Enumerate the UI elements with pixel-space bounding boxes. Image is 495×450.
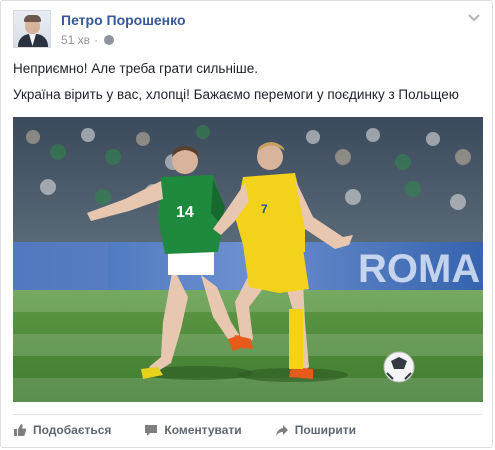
football [383,351,415,383]
share-label: Поширити [294,423,356,437]
speech-bubble-icon [144,423,158,437]
player-right-number: 7 [261,202,268,216]
globe-icon[interactable] [104,35,115,45]
avatar[interactable] [13,10,51,48]
board-text: ROMAN [358,247,483,291]
post-text-line-1: Неприємно! Але треба грати сильніше. [13,61,258,76]
feed-post: Петро Порошенко 51 хв · Неприємно! Але т… [0,0,493,448]
actions-divider [13,414,482,415]
meta-separator: · [94,33,99,47]
post-photo[interactable]: ROMAN 14 [13,117,483,402]
post-time[interactable]: 51 хв [61,33,90,47]
share-button[interactable]: Поширити [275,423,356,437]
post-text-line-2: Україна вірить у вас, хлопці! Бажаємо пе… [13,87,459,102]
comment-button[interactable]: Коментувати [144,423,242,437]
author-name[interactable]: Петро Порошенко [61,12,186,28]
post-text: Неприємно! Але треба грати сильніше. Укр… [13,60,482,112]
post-meta: 51 хв · [61,33,115,47]
like-button[interactable]: Подобається [13,423,111,437]
thumbs-up-icon [13,423,27,437]
share-arrow-icon [275,423,289,437]
post-header: Петро Порошенко 51 хв · [13,10,482,52]
post-actions: Подобається Коментувати Поширити [13,420,389,440]
chevron-down-icon[interactable] [466,10,482,26]
player-left-number: 14 [176,204,194,221]
match-photo: ROMAN 14 [13,117,483,402]
like-label: Подобається [33,423,112,437]
comment-label: Коментувати [164,423,242,437]
